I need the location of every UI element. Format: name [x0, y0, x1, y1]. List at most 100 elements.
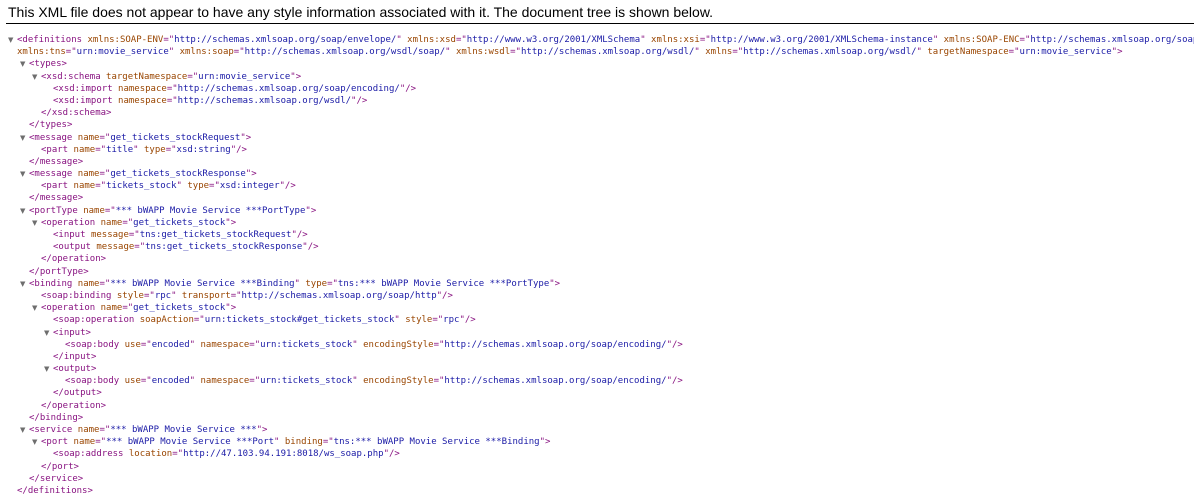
expand-toggle-icon[interactable]: ▼ [8, 34, 17, 46]
attr-quote: " [274, 437, 280, 448]
expand-toggle-icon[interactable]: ▼ [32, 71, 41, 83]
xml-attribute-name: name [83, 205, 105, 216]
xml-close-tag-name: types [39, 120, 67, 131]
xml-attribute-value: encoded [151, 339, 190, 350]
tag-bracket: /> [236, 144, 247, 155]
xml-tree-line: ▼ <operation name="get_tickets_stock"> [8, 302, 1194, 314]
tag-bracket: </ [29, 193, 40, 204]
tag-bracket: /> [672, 376, 683, 387]
xml-tree-line: ▼ <service name="*** bWAPP Movie Service … [8, 424, 1194, 436]
xml-attribute-value: get_tickets_stockResponse [110, 169, 246, 180]
expand-toggle-icon[interactable]: ▼ [20, 58, 29, 70]
attr-quote: =" [99, 278, 111, 289]
attr-quote: " [294, 278, 300, 289]
xml-attribute-value: rpc [443, 315, 460, 326]
xml-attribute-value: http://schemas.xmlsoap.org/soap/http [241, 290, 437, 301]
tag-bracket: /> [388, 449, 400, 460]
tag-bracket: </ [29, 156, 40, 167]
xml-attribute-value: get_tickets_stockRequest [110, 132, 241, 143]
header-divider [6, 23, 1194, 24]
attr-quote: " [176, 181, 182, 192]
xml-tree-line: </operation> [8, 400, 1194, 412]
xml-tag-name: output [58, 242, 91, 253]
expand-toggle-icon[interactable]: ▼ [20, 132, 29, 144]
xml-tree-line: <soap:operation soapAction="urn:tickets_… [8, 314, 1194, 326]
xml-attribute-name: xmlns:xsd [407, 35, 456, 45]
xml-tag-name: port [46, 437, 69, 448]
xml-tree-line: </service> [8, 473, 1194, 485]
attr-quote: " [394, 315, 400, 326]
xml-close-tag-name: xsd:schema [51, 108, 107, 119]
tag-bracket: </ [53, 351, 64, 362]
attr-quote: " [171, 290, 177, 301]
xml-tree-line: </types> [8, 119, 1194, 131]
attr-quote: " [640, 35, 646, 45]
attr-quote: =" [433, 376, 445, 387]
tag-bracket: > [83, 266, 89, 277]
attr-quote: =" [95, 144, 107, 155]
attr-quote: =" [140, 339, 152, 350]
xml-tree-line: <soap:address location="http://47.103.94… [8, 448, 1194, 460]
attr-quote: =" [166, 95, 178, 106]
xml-attribute-name: name [77, 169, 100, 180]
xml-tree-line: ▼ <operation name="get_tickets_stock"> [8, 217, 1194, 229]
expand-toggle-icon[interactable]: ▼ [44, 363, 53, 375]
attr-quote: " [445, 47, 451, 58]
xml-attribute-value: tns:get_tickets_stockResponse [145, 242, 303, 253]
expand-toggle-icon[interactable]: ▼ [20, 168, 29, 180]
tag-bracket: > [61, 59, 67, 70]
expand-toggle-icon[interactable]: ▼ [32, 302, 41, 314]
xml-attribute-name: style [116, 290, 144, 301]
tag-bracket: > [545, 437, 551, 448]
xml-attribute-name: encodingStyle [363, 376, 434, 387]
xml-tag-name: input [58, 230, 86, 240]
expand-toggle-icon[interactable]: ▼ [32, 436, 41, 448]
xml-close-tag-name: operation [51, 254, 101, 265]
tag-bracket: > [554, 278, 561, 289]
xml-attribute-name: xmlns:xsi [651, 35, 700, 45]
attr-quote: =" [99, 425, 111, 435]
expand-toggle-icon[interactable]: ▼ [20, 205, 29, 217]
attr-quote: =" [99, 169, 111, 180]
xml-attribute-value: http://schemas.xmlsoap.org/soap/envelope… [174, 35, 397, 45]
xml-attribute-name: namespace [118, 83, 167, 94]
xml-close-tag-name: output [63, 388, 97, 399]
xml-attribute-value: urn:movie_service [76, 47, 169, 58]
xml-attribute-name: message [90, 230, 129, 240]
xml-attribute-name: xmlns:SOAP-ENC [943, 35, 1020, 45]
xml-close-tag-name: message [39, 193, 78, 204]
attr-quote: " [932, 35, 939, 45]
tag-bracket: > [77, 193, 84, 204]
expand-toggle-icon[interactable]: ▼ [20, 424, 29, 436]
xml-tree-line: <xsd:import namespace="http://schemas.xm… [8, 95, 1194, 107]
attr-quote: =" [699, 35, 711, 45]
expand-toggle-icon[interactable]: ▼ [32, 217, 41, 229]
xml-tag-name: soap:operation [58, 315, 135, 326]
xml-attribute-value: http://schemas.xmlsoap.org/soap/encoding… [444, 376, 667, 387]
xml-close-tag-name: definitions [27, 485, 88, 496]
attr-quote: =" [233, 47, 245, 58]
tag-bracket: > [77, 156, 84, 167]
attr-quote: =" [193, 315, 205, 326]
xml-tree-line: </binding> [8, 412, 1194, 424]
xml-tree-line: </input> [8, 351, 1194, 363]
expand-toggle-icon[interactable]: ▼ [44, 327, 53, 339]
tag-bracket: > [66, 120, 73, 131]
attr-quote: =" [1008, 47, 1020, 58]
xml-attribute-name: name [100, 217, 123, 228]
attr-quote: " [189, 376, 196, 387]
tag-bracket: > [96, 388, 102, 399]
xml-close-tag-name: binding [39, 412, 78, 423]
xml-attribute-name: namespace [200, 339, 250, 350]
xml-tag-name: xsd:import [58, 95, 113, 106]
expand-toggle-icon[interactable]: ▼ [20, 278, 29, 290]
xml-attribute-value: http://www.w3.org/2001/XMLSchema [466, 35, 641, 45]
xml-attribute-name: type [187, 181, 210, 192]
xml-attribute-value: tns:get_tickets_stockRequest [139, 230, 292, 240]
xml-attribute-name: type [305, 278, 328, 289]
xml-attribute-value: http://schemas.xmlsoap.org/soap/encoding… [444, 339, 667, 350]
xml-attribute-value: *** bWAPP Movie Service ***Binding [110, 278, 295, 289]
xml-tree-line: <soap:body use="encoded" namespace="urn:… [8, 339, 1194, 351]
xml-attribute-name: soapAction [139, 315, 194, 326]
xml-tree-line: </message> [8, 156, 1194, 168]
